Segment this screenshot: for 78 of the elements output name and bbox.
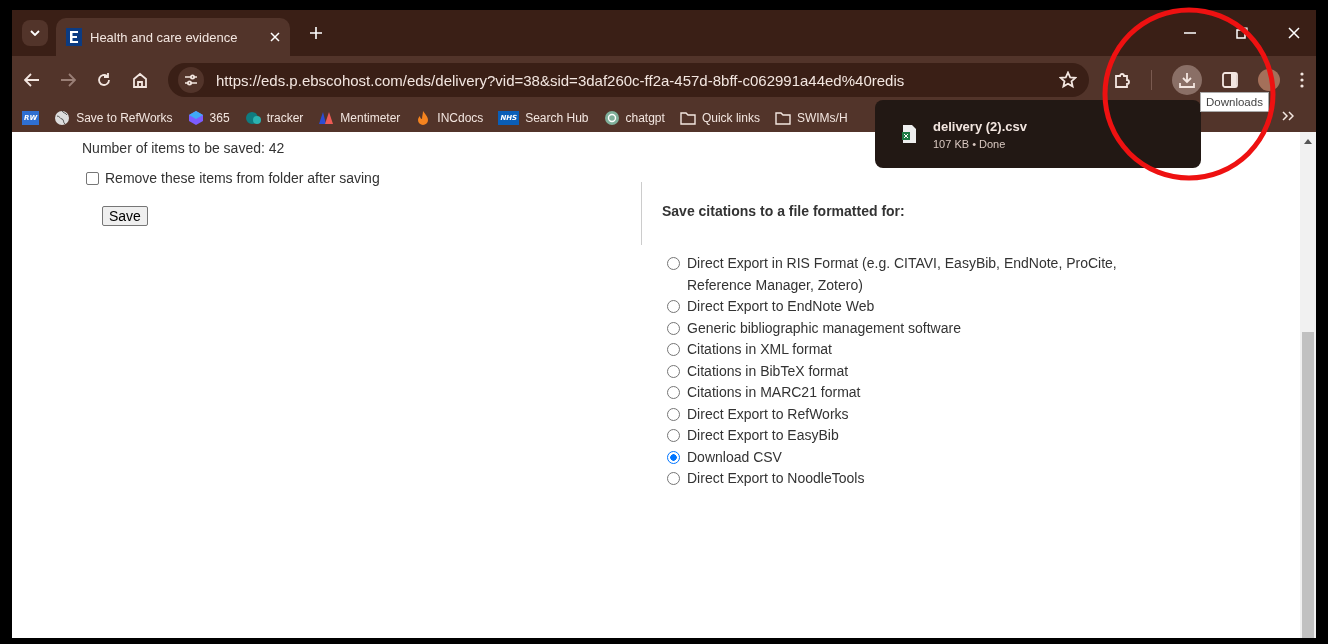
checkbox-label: Remove these items from folder after saving (105, 170, 380, 186)
bookmark-label: chatgpt (625, 111, 665, 125)
chevron-down-icon (30, 30, 40, 36)
radio-label: Citations in BibTeX format (687, 361, 849, 381)
checkbox[interactable] (86, 171, 99, 185)
puzzle-piece-icon[interactable] (1113, 71, 1131, 89)
download-file-name[interactable]: delivery (2).csv (933, 118, 1027, 134)
forward-arrow-icon[interactable] (60, 73, 76, 87)
format-heading: Save citations to a file formatted for: (662, 203, 906, 219)
radio-label: Direct Export in RIS Format (e.g. CITAVI, EasyBib, EndNote, ProCite, Reference Manager, Zotero) (687, 254, 1118, 295)
more-menu-icon[interactable] (1300, 72, 1304, 88)
bookmark-label: SWIMs/H (796, 111, 848, 125)
bookmark-item[interactable]: Mentimeter (318, 110, 401, 126)
item-count-text: Number of items to be saved: 42 (82, 140, 286, 156)
bookmark-item[interactable]: Save to RefWorks (54, 110, 173, 126)
radio-button[interactable] (667, 429, 680, 442)
radio-button[interactable] (667, 472, 680, 485)
chat-logo-icon (603, 110, 620, 126)
star-icon[interactable] (1059, 71, 1077, 89)
radio-button[interactable] (667, 450, 680, 464)
url-text: https://eds.p.ebscohost.com/eds/delivery?vid=38&sid=3daf260c-ff2a-457d-8bff-c062991a44ed%40redis (216, 71, 906, 89)
bookmark-item[interactable]: chatgpt (603, 110, 665, 126)
home-icon[interactable] (132, 72, 148, 88)
spreadsheet-file-icon (901, 124, 917, 144)
radio-button[interactable] (667, 257, 680, 270)
radio-label: Download CSV (687, 447, 782, 467)
tooltip: Downloads (1200, 92, 1269, 112)
browser-tab[interactable]: Health and care evidence (56, 18, 290, 56)
radio-button[interactable] (667, 343, 680, 356)
close-icon[interactable] (1288, 27, 1300, 39)
radio-button[interactable] (667, 407, 680, 421)
save-button[interactable]: Save (102, 206, 148, 226)
radio-label: Direct Export to NoodleTools (687, 469, 865, 488)
globe-icon (54, 110, 71, 126)
radio-button[interactable] (667, 321, 680, 335)
side-panel-icon[interactable] (1222, 72, 1238, 88)
reload-icon[interactable] (96, 72, 112, 88)
radio-label: Direct Export to EndNote Web (687, 297, 875, 316)
address-bar[interactable]: https://eds.p.ebscohost.com/eds/delivery?vid=38&sid=3daf260c-ff2a-457d-8bff-c062991a44ed%40redis (168, 63, 1089, 97)
close-icon[interactable] (270, 32, 280, 42)
restore-icon[interactable] (1236, 27, 1248, 39)
radio-button[interactable] (667, 386, 680, 399)
chevron-double-right-icon[interactable] (1282, 111, 1294, 121)
radio-button[interactable] (667, 364, 680, 378)
plus-icon[interactable] (310, 27, 322, 39)
cube-icon (187, 110, 204, 126)
circles-icon (244, 110, 261, 126)
radio-button[interactable] (667, 300, 680, 313)
folder-icon (679, 110, 696, 126)
bookmark-item[interactable]: INCdocs (415, 110, 484, 126)
back-arrow-icon[interactable] (24, 73, 40, 87)
bookmark-item[interactable]: SWIMs/H (774, 110, 848, 126)
radio-label: Direct Export to EasyBib (687, 426, 839, 445)
m-logo-icon (318, 110, 335, 126)
scrollbar[interactable] (1300, 132, 1316, 638)
bookmark-label: Search Hub (525, 111, 589, 125)
tab-list-button[interactable] (22, 20, 48, 46)
letter-e-favicon-icon (66, 28, 82, 46)
bookmark-label: INCdocs (437, 111, 484, 125)
bookmark-item[interactable]: 365 (187, 110, 230, 126)
scroll-up-arrow-icon[interactable] (1304, 139, 1312, 144)
radio-label: Citations in XML format (687, 340, 832, 359)
bookmark-label: Mentimeter (340, 111, 401, 125)
bookmark-item[interactable]: tracker (244, 110, 304, 126)
bookmark-label: tracker (266, 111, 304, 125)
folder-icon (774, 110, 791, 126)
radio-label: Direct Export to RefWorks (687, 404, 849, 424)
bookmark-label: Quick links (701, 111, 760, 125)
radio-label: Citations in MARC21 format (687, 383, 861, 402)
bookmark-label: Save to RefWorks (76, 111, 173, 125)
radio-label: Generic bibliographic management software (687, 318, 961, 338)
bookmark-label: 365 (209, 111, 230, 125)
site-settings-icon[interactable] (178, 67, 204, 93)
bookmark-item[interactable]: Quick links (679, 110, 760, 126)
download-details: 107 KB • Done (933, 137, 1007, 150)
download-icon (1179, 72, 1195, 88)
downloads-button[interactable] (1172, 65, 1202, 95)
tab-title: Health and care evidence (90, 29, 239, 45)
